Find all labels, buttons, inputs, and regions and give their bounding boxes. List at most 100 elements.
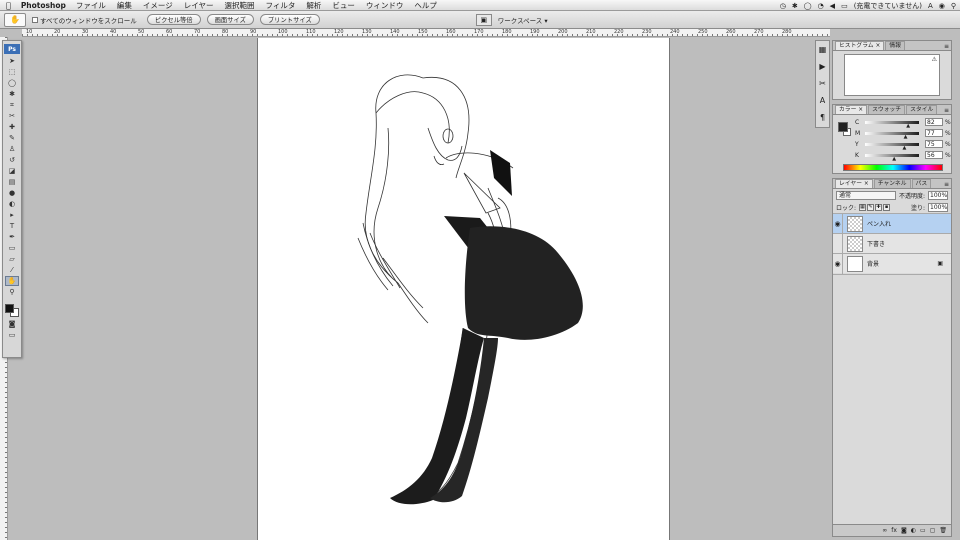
panel-menu-icon[interactable]: ≡ [944, 107, 949, 114]
magenta-slider[interactable]: ▲ [865, 131, 919, 140]
cyan-value[interactable]: 82 [925, 118, 943, 126]
quick-mask-icon[interactable]: ◙ [5, 319, 19, 329]
adjustment-layer-icon[interactable]: ◐ [911, 527, 916, 534]
link-layers-icon[interactable]: ∞ [882, 527, 887, 534]
tab-info[interactable]: 情報 [885, 41, 905, 50]
character-icon[interactable]: A [817, 95, 828, 106]
ruler-horizontal[interactable]: 10 20 30 40 50 60 70 80 90 100 110 120 130 140 150 160 1… [22, 29, 830, 37]
healing-brush-tool-icon[interactable]: ✚ [5, 122, 19, 132]
cyan-slider[interactable]: ▲ [865, 120, 919, 129]
workspace-menu[interactable]: ワークスペース ▾ [498, 15, 548, 25]
wifi-icon[interactable]: ◔ [818, 2, 824, 10]
tab-channels[interactable]: チャンネル [873, 179, 911, 188]
new-group-icon[interactable]: ▭ [920, 527, 926, 534]
slice-tool-icon[interactable]: ✂ [5, 111, 19, 121]
yellow-slider[interactable]: ▲ [865, 142, 919, 151]
lock-image-icon[interactable]: ✎ [867, 203, 875, 211]
layer-style-icon[interactable]: fx [891, 527, 897, 534]
delete-layer-icon[interactable]: 🗑 [939, 527, 947, 534]
lock-all-icon[interactable]: ▪ [883, 203, 891, 211]
hand-tool-icon[interactable]: ✋ [5, 276, 19, 286]
menu-app-name[interactable]: Photoshop [21, 1, 66, 10]
crop-tool-icon[interactable]: ⌗ [5, 100, 19, 110]
fill-field[interactable]: 100% [928, 202, 948, 212]
eraser-tool-icon[interactable]: ◪ [5, 166, 19, 176]
visibility-eye-icon[interactable]: ◉ [833, 213, 843, 234]
lasso-tool-icon[interactable]: ◯ [5, 78, 19, 88]
color-swatches[interactable] [4, 300, 20, 317]
gradient-tool-icon[interactable]: ▤ [5, 177, 19, 187]
layer-row-sketch[interactable]: 下書き [833, 233, 951, 254]
yellow-value[interactable]: 75 [925, 140, 943, 148]
magic-wand-tool-icon[interactable]: ✱ [5, 89, 19, 99]
zoom-tool-icon[interactable]: ⚲ [5, 287, 19, 297]
dodge-tool-icon[interactable]: ◐ [5, 199, 19, 209]
opacity-field[interactable]: 100% [928, 190, 948, 200]
document-canvas[interactable] [257, 38, 670, 540]
warning-icon[interactable]: ⚠ [932, 56, 937, 63]
type-tool-icon[interactable]: T [5, 221, 19, 231]
visibility-eye-icon[interactable]: ◉ [833, 253, 843, 274]
menu-select[interactable]: 選択範囲 [225, 0, 255, 11]
checkbox-box[interactable] [32, 16, 38, 23]
layer-row-background[interactable]: ◉ 背景 ▣ [833, 253, 951, 274]
menu-analysis[interactable]: 解析 [306, 0, 321, 11]
menu-help[interactable]: ヘルプ [414, 0, 437, 11]
visibility-toggle-off[interactable] [833, 233, 843, 254]
navigator-icon[interactable]: ▦ [817, 44, 828, 55]
menu-edit[interactable]: 編集 [117, 0, 132, 11]
layer-mask-icon[interactable]: ◙ [901, 527, 907, 534]
tab-layers[interactable]: レイヤー × [835, 179, 873, 188]
menu-image[interactable]: イメージ [143, 0, 173, 11]
fit-screen-button[interactable]: 画面サイズ [206, 14, 254, 25]
pen-tool-icon[interactable]: ✒ [5, 232, 19, 242]
menu-file[interactable]: ファイル [76, 0, 106, 11]
scroll-all-windows-checkbox[interactable]: すべてのウィンドウをスクロール [32, 15, 137, 25]
tab-histogram[interactable]: ヒストグラム × [835, 41, 885, 50]
path-selection-tool-icon[interactable]: ▸ [5, 210, 19, 220]
color-foreground-swatch[interactable] [838, 122, 848, 132]
layer-row-inking[interactable]: ◉ ペン入れ [833, 213, 951, 234]
input-language[interactable]: A [928, 2, 933, 10]
volume-icon[interactable]: ◀ [830, 2, 835, 10]
bluetooth-icon[interactable]: ✱ [792, 2, 798, 10]
foreground-color-swatch[interactable] [5, 304, 14, 313]
tab-color[interactable]: カラー × [835, 105, 868, 114]
lock-transparent-icon[interactable]: ▦ [859, 203, 867, 211]
sync-icon[interactable]: ◯ [804, 2, 812, 10]
marquee-tool-icon[interactable]: ⬚ [5, 67, 19, 77]
blend-mode-select[interactable]: 通常 [836, 190, 896, 200]
tab-paths[interactable]: パス [911, 179, 932, 188]
menu-view[interactable]: ビュー [332, 0, 355, 11]
menu-filter[interactable]: フィルタ [266, 0, 296, 11]
move-tool-icon[interactable]: ➤ [5, 56, 19, 66]
ps-logo[interactable]: Ps [4, 44, 20, 54]
tab-swatches[interactable]: スウォッチ [868, 105, 906, 114]
menu-layer[interactable]: レイヤー [184, 0, 214, 11]
shape-tool-icon[interactable]: ▭ [5, 243, 19, 253]
panel-menu-icon[interactable]: ≡ [944, 43, 949, 50]
apple-icon[interactable]:  [6, 1, 11, 10]
spotlight-search-icon[interactable]: ⚲ [951, 2, 956, 10]
eyedropper-tool-icon[interactable]: ⁄ [5, 265, 19, 275]
black-value[interactable]: 56 [925, 151, 943, 159]
actions-icon[interactable]: ▶ [817, 61, 828, 72]
tool-presets-icon[interactable]: ✂ [817, 78, 828, 89]
lock-position-icon[interactable]: ✚ [875, 203, 883, 211]
panel-menu-icon[interactable]: ≡ [944, 181, 949, 188]
screen-mode-icon[interactable]: ▭ [5, 330, 19, 340]
tab-styles[interactable]: スタイル [906, 105, 938, 114]
menu-window[interactable]: ウィンドウ [366, 0, 404, 11]
brush-tool-icon[interactable]: ✎ [5, 133, 19, 143]
blur-tool-icon[interactable]: ● [5, 188, 19, 198]
history-brush-tool-icon[interactable]: ↺ [5, 155, 19, 165]
actual-pixels-button[interactable]: ピクセル等倍 [146, 14, 201, 25]
clock-icon[interactable]: ◷ [780, 2, 786, 10]
battery-icon[interactable]: ▭ [841, 2, 848, 10]
user-icon[interactable]: ◉ [939, 2, 945, 10]
new-layer-icon[interactable]: ▢ [930, 527, 936, 534]
clone-stamp-tool-icon[interactable]: ♙ [5, 144, 19, 154]
slider-knob[interactable]: ▲ [892, 156, 896, 162]
notes-tool-icon[interactable]: ▱ [5, 254, 19, 264]
bridge-icon[interactable]: ▣ [475, 13, 492, 26]
